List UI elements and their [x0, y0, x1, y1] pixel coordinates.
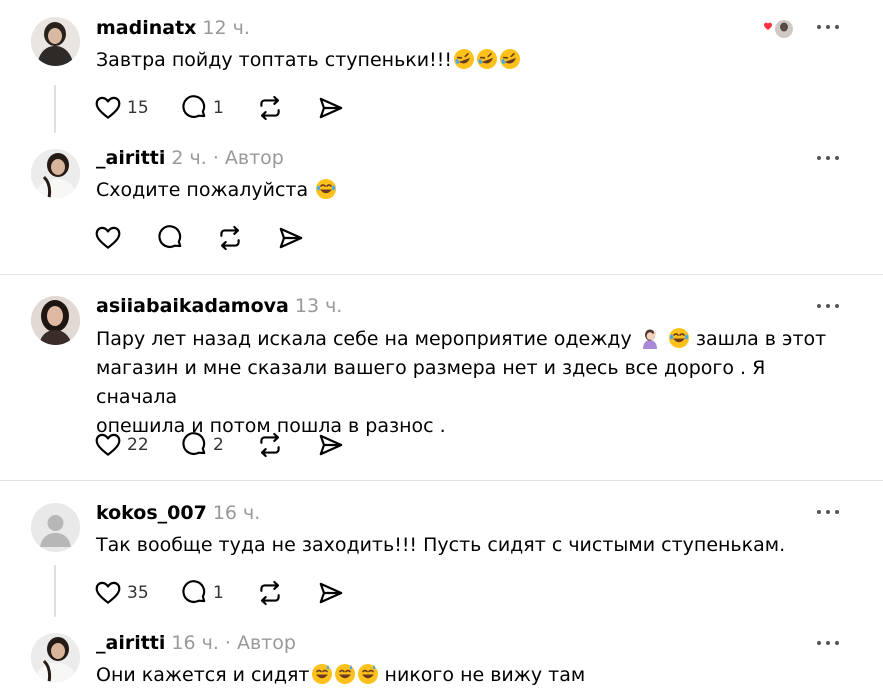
rofl-emoji-icon	[476, 49, 497, 69]
username[interactable]: _airitti	[96, 147, 165, 169]
heart-icon	[94, 579, 122, 607]
comment-bubble-icon	[180, 94, 208, 122]
reply-button[interactable]: 1	[180, 576, 224, 610]
joy-emoji-icon	[668, 328, 689, 348]
default-avatar[interactable]	[31, 503, 80, 552]
username[interactable]: asiiabaikadamova	[96, 295, 289, 317]
comment-header: madinatx 12 ч.	[96, 16, 250, 40]
reply-count: 2	[213, 435, 224, 455]
comment-bubble-icon	[156, 224, 184, 252]
comment-text-body: Они кажется и сидят	[96, 664, 310, 686]
more-options-button[interactable]	[817, 22, 841, 32]
comment-text: Пару лет назад искала себе на мероприяти…	[96, 325, 836, 441]
rofl-emoji-icon	[499, 49, 520, 69]
send-icon	[317, 431, 345, 459]
timestamp: 12 ч.	[202, 17, 250, 39]
comment-text-line: магазин и мне сказали вашего размера нет…	[96, 357, 766, 408]
reply-count: 1	[213, 98, 224, 118]
username[interactable]: madinatx	[96, 17, 196, 39]
avatar[interactable]	[31, 633, 80, 682]
reply-count: 1	[213, 583, 224, 603]
avatar[interactable]	[31, 149, 80, 198]
heart-icon	[94, 224, 122, 252]
more-options-button[interactable]	[817, 153, 841, 163]
share-button[interactable]	[277, 221, 305, 255]
heart-icon	[94, 94, 122, 122]
comment-reply: _airitti 2 ч. · Автор Сходите пожалуйста	[0, 140, 883, 275]
red-heart-icon	[764, 22, 772, 30]
woman-facepalming-emoji-icon	[642, 329, 657, 349]
joy-emoji-icon	[316, 179, 337, 199]
comment-bubble-icon	[180, 579, 208, 607]
like-button[interactable]	[94, 221, 122, 255]
timestamp: 2 ч.	[171, 147, 207, 169]
timestamp: 13 ч.	[294, 295, 343, 317]
username[interactable]: kokos_007	[96, 502, 207, 524]
comment-reply: _airitti 16 ч. · Автор Они кажется и сидят…	[0, 621, 883, 694]
share-button[interactable]	[317, 91, 345, 125]
avatar[interactable]	[31, 296, 80, 345]
send-icon	[317, 579, 345, 607]
comment-text: Завтра пойду топтать ступеньки!!!	[96, 46, 836, 75]
like-count: 22	[127, 435, 149, 455]
comment-text-body: Сходите пожалуйста	[96, 179, 309, 201]
send-icon	[277, 224, 305, 252]
sweat-smile-emoji-icon	[357, 664, 378, 684]
repost-button[interactable]	[256, 91, 284, 125]
share-button[interactable]	[317, 576, 345, 610]
timestamp: 16 ч.	[212, 502, 261, 524]
like-button[interactable]: 15	[94, 91, 149, 125]
like-button[interactable]: 35	[94, 576, 149, 610]
comment-bubble-icon	[180, 431, 208, 459]
comment-text: Сходите пожалуйста	[96, 176, 836, 205]
repost-icon	[256, 579, 284, 607]
comment-header: _airitti 16 ч. · Автор	[96, 631, 296, 655]
more-options-button[interactable]	[817, 301, 841, 311]
comment-header: kokos_007 16 ч.	[96, 501, 260, 525]
repost-button[interactable]	[216, 221, 244, 255]
comment-header: _airitti 2 ч. · Автор	[96, 146, 284, 170]
send-icon	[317, 94, 345, 122]
repost-icon	[256, 431, 284, 459]
share-button[interactable]	[317, 428, 345, 462]
reply-button[interactable]	[156, 221, 184, 255]
reply-button[interactable]: 2	[180, 428, 224, 462]
avatar[interactable]	[31, 17, 80, 66]
repost-icon	[256, 94, 284, 122]
comment: madinatx 12 ч. Завтра пойду топтать ступе…	[0, 0, 883, 140]
like-button[interactable]: 22	[94, 428, 149, 462]
more-options-button[interactable]	[817, 638, 841, 648]
sweat-smile-emoji-icon	[311, 664, 332, 684]
liked-by-indicator[interactable]	[762, 18, 796, 40]
repost-button[interactable]	[256, 576, 284, 610]
comment: asiiabaikadamova 13 ч. Пару лет назад иск…	[0, 275, 883, 480]
comment-text-body: Так вообще туда не заходить!!! Пусть сид…	[96, 534, 786, 556]
sweat-smile-emoji-icon	[334, 664, 355, 684]
repost-button[interactable]	[256, 428, 284, 462]
username[interactable]: _airitti	[96, 632, 165, 654]
comment-header: asiiabaikadamova 13 ч.	[96, 294, 342, 318]
timestamp: 16 ч.	[171, 632, 219, 654]
more-options-button[interactable]	[817, 507, 841, 517]
comment-text-body: никого не вижу там	[384, 664, 586, 686]
like-count: 15	[127, 98, 149, 118]
user-silhouette-icon	[31, 503, 80, 552]
repost-icon	[216, 224, 244, 252]
comment-text: Так вообще туда не заходить!!! Пусть сид…	[96, 531, 836, 560]
thread-line	[54, 565, 56, 617]
heart-icon	[94, 431, 122, 459]
comment-text-body: Завтра пойду топтать ступеньки!!!	[96, 49, 452, 71]
author-badge: · Автор	[224, 632, 296, 654]
like-count: 35	[127, 583, 149, 603]
reply-button[interactable]: 1	[180, 91, 224, 125]
author-badge: · Автор	[212, 147, 284, 169]
comment: kokos_007 16 ч. Так вообще туда не заходи…	[0, 481, 883, 621]
comment-text: Они кажется и сидят никого не вижу там	[96, 661, 836, 690]
comment-text-line: зашла в этот	[695, 328, 827, 350]
thread-line	[54, 85, 56, 133]
comment-text-line: Пару лет назад искала себе на мероприяти…	[96, 328, 632, 350]
rofl-emoji-icon	[453, 49, 474, 69]
